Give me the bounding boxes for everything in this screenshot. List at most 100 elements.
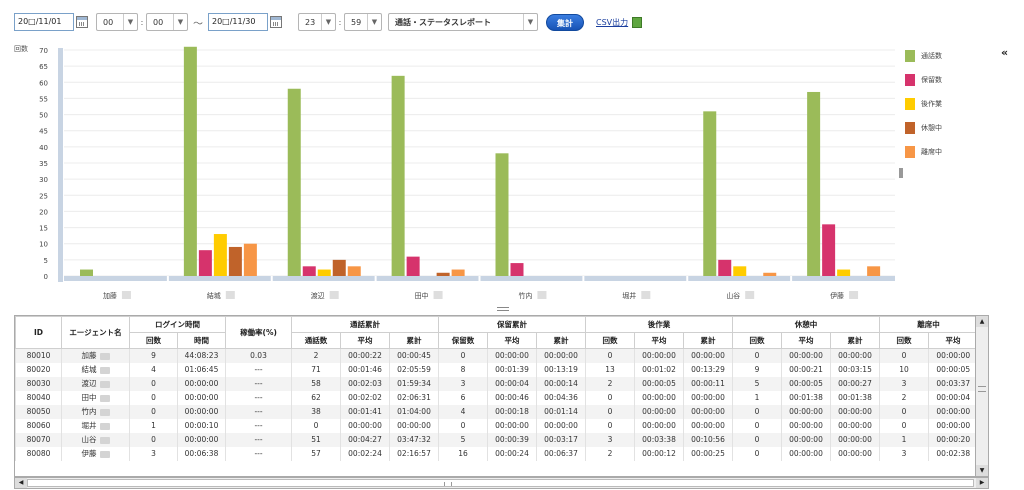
legend-item[interactable]: 後作業 <box>905 92 942 116</box>
col-id[interactable]: ID <box>15 316 62 349</box>
sub-break-total[interactable]: 累計 <box>830 332 880 349</box>
csv-export-link[interactable]: CSV出力 <box>596 17 628 28</box>
cell-util: --- <box>225 376 292 391</box>
start-minute-select[interactable]: 00 ▼ <box>146 13 188 31</box>
legend-item[interactable]: 休憩中 <box>905 116 942 140</box>
table-row[interactable]: 80040 田中 0 00:00:00 --- 62 00:02:02 02:06:31 6 00… <box>15 390 978 405</box>
table-row[interactable]: 80050 竹内 0 00:00:00 --- 38 00:01:41 01:04:00 4 00… <box>15 404 978 419</box>
scroll-thumb-horizontal[interactable] <box>27 479 974 487</box>
calendar-icon[interactable] <box>76 16 88 28</box>
redacted-name-mark <box>99 394 110 402</box>
end-hour-select[interactable]: 23 ▼ <box>298 13 336 31</box>
x-tick-label: 結城 <box>207 291 221 300</box>
cell-text: 0 <box>901 351 907 361</box>
report-type-select[interactable]: 通話・ステータスレポート ▼ <box>388 13 538 31</box>
cell-id: 80080 <box>15 446 62 461</box>
legend-item[interactable]: 離席中 <box>905 140 942 164</box>
sub-login-time[interactable]: 時間 <box>177 332 226 349</box>
csv-export-icon[interactable] <box>632 16 643 28</box>
cell-text: 00:00:04 <box>495 379 529 388</box>
cell-aw-n: 2 <box>585 376 635 391</box>
panel-splitter[interactable] <box>497 307 509 311</box>
collapse-panel-icon[interactable]: « <box>1001 46 1008 59</box>
cell-login-time: 01:06:45 <box>177 362 226 377</box>
table-row[interactable]: 80030 渡辺 0 00:00:00 --- 58 00:02:03 01:59:34 3 00… <box>15 376 978 391</box>
sub-hold-total[interactable]: 累計 <box>536 332 586 349</box>
sub-call-count[interactable]: 通話数 <box>291 332 341 349</box>
sub-away-count[interactable]: 回数 <box>879 332 929 349</box>
sub-after-total[interactable]: 累計 <box>683 332 733 349</box>
cell-call-avg: 00:00:00 <box>340 418 390 433</box>
start-hour-select[interactable]: 00 ▼ <box>96 13 138 31</box>
cell-text: 加藤 <box>81 351 97 361</box>
y-tick-label: 15 <box>39 225 48 233</box>
scroll-thumb[interactable] <box>978 386 986 392</box>
cell-br-tot: 00:00:00 <box>830 446 880 461</box>
cell-login-count: 0 <box>129 376 178 391</box>
table-row[interactable]: 80070 山谷 0 00:00:00 --- 51 00:04:27 03:47:32 5 00… <box>15 432 978 447</box>
start-date-input[interactable]: 20□/11/01 <box>14 13 74 31</box>
calendar-icon[interactable] <box>270 16 282 28</box>
table-horizontal-scrollbar[interactable]: ◀ ▶ <box>14 477 989 489</box>
sub-break-count[interactable]: 回数 <box>732 332 782 349</box>
legend-item[interactable]: 通話数 <box>905 44 942 68</box>
x-tick-label: 山谷 <box>726 291 740 300</box>
cell-text: 01:59:34 <box>397 379 431 388</box>
cell-text: 00:00:00 <box>642 421 676 430</box>
cell-hold-n: 5 <box>438 432 488 447</box>
legend-swatch <box>905 146 915 158</box>
cell-call-n: 0 <box>291 418 341 433</box>
sub-after-count[interactable]: 回数 <box>585 332 635 349</box>
bar-3-結城 <box>213 234 227 276</box>
end-date-input[interactable]: 20□/11/30 <box>208 13 268 31</box>
scroll-left-icon[interactable]: ◀ <box>15 478 27 488</box>
cell-text: 44:08:23 <box>184 351 219 361</box>
cell-util: --- <box>225 390 292 405</box>
aggregate-button[interactable]: 集計 <box>546 13 584 31</box>
table-vertical-scrollbar[interactable]: ▲ ▼ <box>975 315 989 477</box>
sub-hold-count[interactable]: 保留数 <box>438 332 488 349</box>
sub-hold-avg[interactable]: 平均 <box>487 332 537 349</box>
sub-break-avg[interactable]: 平均 <box>781 332 831 349</box>
cell-text: 1 <box>754 393 760 402</box>
y-tick-label: 50 <box>39 112 48 120</box>
cell-text: 0 <box>901 407 907 416</box>
legend-item[interactable]: 保留数 <box>905 68 942 92</box>
sub-away-avg[interactable]: 平均 <box>928 332 978 349</box>
bar-5-山谷 <box>763 272 777 276</box>
scroll-down-icon[interactable]: ▼ <box>976 465 988 476</box>
cell-login-time: 00:00:00 <box>177 404 226 419</box>
cell-text: 00:00:00 <box>691 393 725 402</box>
cell-text: --- <box>254 407 263 416</box>
table-row[interactable]: 80080 伊藤 3 00:06:38 --- 57 00:02:24 02:16:57 16 0… <box>15 446 978 461</box>
cell-call-avg: 00:04:27 <box>340 432 390 447</box>
cell-aw-avg: 00:00:05 <box>634 376 684 391</box>
cell-call-avg: 00:00:22 <box>340 348 390 363</box>
cell-hold-n: 8 <box>438 362 488 377</box>
sub-call-total[interactable]: 累計 <box>389 332 439 349</box>
cell-text: 00:00:00 <box>936 351 971 361</box>
sub-call-avg[interactable]: 平均 <box>340 332 390 349</box>
col-agent[interactable]: エージェント名 <box>61 316 130 349</box>
cell-text: 8 <box>460 365 466 374</box>
col-util[interactable]: 稼働率(%) <box>225 316 292 349</box>
cell-id: 80030 <box>15 376 62 391</box>
cell-text: 0 <box>754 421 760 430</box>
cell-login-count: 1 <box>129 418 178 433</box>
end-minute-select[interactable]: 59 ▼ <box>344 13 382 31</box>
cell-text: 9 <box>151 351 156 361</box>
y-tick-label: 30 <box>39 176 48 184</box>
scroll-right-icon[interactable]: ▶ <box>976 478 988 488</box>
cell-text: 00:00:18 <box>495 407 529 416</box>
cell-text: 00:00:10 <box>184 421 219 430</box>
cell-text: 00:00:05 <box>642 379 676 388</box>
cell-text: 6 <box>460 393 466 402</box>
cell-id: 80010 <box>15 348 62 363</box>
table-row[interactable]: 80060 堀井 1 00:00:10 --- 0 00:00:00 00:00:00 0 00:… <box>15 418 978 433</box>
sub-after-avg[interactable]: 平均 <box>634 332 684 349</box>
scroll-up-icon[interactable]: ▲ <box>976 316 988 327</box>
table-row[interactable]: 80020 結城 4 01:06:45 --- 71 00:01:46 02:05:59 8 00… <box>15 362 978 377</box>
sub-login-count[interactable]: 回数 <box>129 332 178 349</box>
table-row[interactable]: 80010 加藤 9 44:08:23 0.03 2 00:00:22 00:00:45 0 00… <box>15 348 978 363</box>
cell-text: 00:03:37 <box>936 379 971 388</box>
